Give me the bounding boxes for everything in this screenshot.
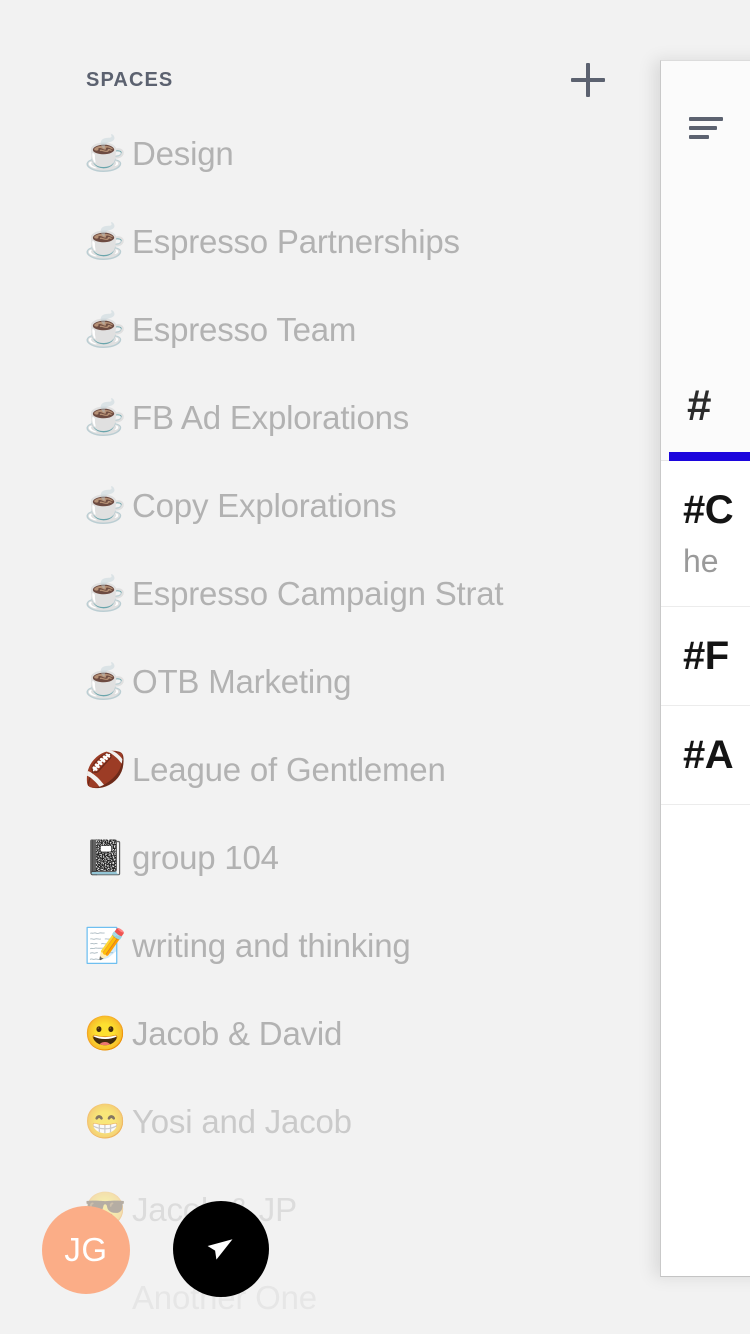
- space-list-item[interactable]: ☕ Espresso Team: [0, 286, 660, 374]
- space-item-label: Copy Explorations: [132, 487, 397, 524]
- hot-beverage-emoji: ☕: [84, 223, 127, 261]
- drawer-tab-strip: #: [661, 351, 750, 461]
- space-list-item[interactable]: ☕ Espresso Campaign Strat: [0, 550, 660, 638]
- channel-name: #A: [683, 732, 734, 777]
- space-list-item[interactable]: 😀 Jacob & David: [0, 990, 660, 1078]
- space-list-item[interactable]: ☕ Copy Explorations: [0, 462, 660, 550]
- hot-beverage-emoji: ☕: [84, 487, 127, 525]
- space-list-item[interactable]: ☕ Espresso Partnerships: [0, 198, 660, 286]
- american-football-emoji: 🏈: [84, 751, 127, 789]
- spaces-panel: SPACES ☕ Design ☕ Espresso Partnerships ☕ Esp…: [0, 0, 750, 1334]
- space-item-label: Design: [132, 135, 234, 172]
- notebook-emoji: 📓: [84, 839, 127, 877]
- space-list-item[interactable]: ☕ FB Ad Explorations: [0, 374, 660, 462]
- space-item-label: Espresso Partnerships: [132, 223, 460, 260]
- channels-drawer: # #C he #F #A: [660, 60, 750, 1277]
- space-list-item[interactable]: 🏈 League of Gentlemen: [0, 726, 660, 814]
- drawer-header: #: [661, 61, 750, 461]
- hot-beverage-emoji: ☕: [84, 575, 127, 613]
- channel-list-item[interactable]: #A: [661, 706, 750, 805]
- active-tab-indicator: [669, 451, 750, 461]
- hot-beverage-emoji: ☕: [84, 399, 127, 437]
- channel-list: #C he #F #A: [661, 461, 750, 805]
- space-item-label: Yosi and Jacob: [132, 1103, 352, 1140]
- memo-emoji: 📝: [84, 927, 127, 965]
- channel-name: #F: [683, 633, 729, 678]
- menu-button[interactable]: [689, 117, 737, 157]
- channel-list-item[interactable]: #C he: [661, 461, 750, 607]
- drawer-tab-label: #: [687, 380, 712, 430]
- space-list-item[interactable]: ☕ OTB Marketing: [0, 638, 660, 726]
- page-title: SPACES: [86, 68, 174, 91]
- space-list-item[interactable]: 😁 Yosi and Jacob: [0, 1078, 660, 1166]
- hot-beverage-emoji: ☕: [84, 663, 127, 701]
- channel-list-item[interactable]: #F: [661, 607, 750, 706]
- compose-fab-button[interactable]: [173, 1201, 269, 1297]
- beaming-face-emoji: 😁: [84, 1103, 127, 1141]
- plus-icon: [571, 63, 605, 97]
- space-item-label: Espresso Team: [132, 311, 357, 348]
- space-item-label: League of Gentlemen: [132, 751, 446, 788]
- spaces-list: ☕ Design ☕ Espresso Partnerships ☕ Espresso T…: [0, 110, 660, 1334]
- drawer-tab[interactable]: #: [661, 351, 750, 461]
- space-item-label: writing and thinking: [132, 927, 411, 964]
- channel-preview-text: he: [683, 543, 719, 579]
- hot-beverage-emoji: ☕: [84, 311, 127, 349]
- spaces-header: SPACES: [86, 56, 610, 104]
- channel-name: #C: [683, 488, 734, 532]
- space-item-label: group 104: [132, 839, 279, 876]
- space-item-label: Espresso Campaign Strat: [132, 575, 504, 612]
- space-item-label: Jacob & David: [132, 1015, 343, 1052]
- avatar-initials: JG: [64, 1231, 108, 1268]
- space-item-label: FB Ad Explorations: [132, 399, 410, 436]
- user-avatar-button[interactable]: JG: [42, 1206, 130, 1294]
- hot-beverage-emoji: ☕: [84, 135, 127, 173]
- add-space-button[interactable]: [560, 56, 616, 104]
- space-list-item[interactable]: 📓 group 104: [0, 814, 660, 902]
- space-item-label: OTB Marketing: [132, 663, 352, 700]
- navigation-arrow-icon: [199, 1227, 243, 1271]
- grinning-face-emoji: 😀: [84, 1015, 127, 1053]
- space-list-item[interactable]: ☕ Design: [0, 110, 660, 198]
- space-list-item[interactable]: 📝 writing and thinking: [0, 902, 660, 990]
- app-root: SPACES ☕ Design ☕ Espresso Partnerships ☕ Esp…: [0, 0, 750, 1334]
